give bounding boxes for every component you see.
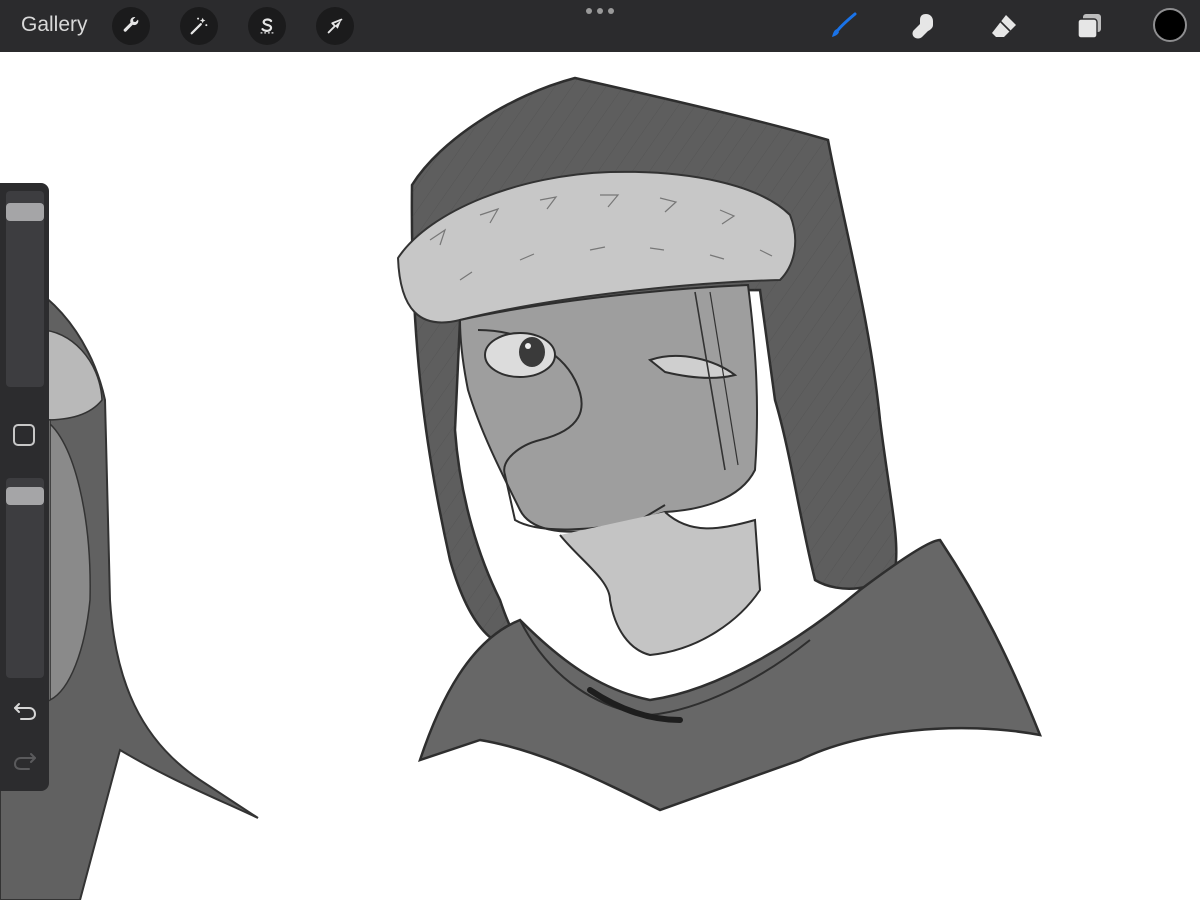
left-sidebar [0, 183, 49, 791]
brush-icon [832, 12, 857, 37]
brush-size-slider[interactable] [6, 191, 44, 387]
toolbar-grabber[interactable] [586, 6, 614, 16]
brush-size-thumb[interactable] [6, 203, 44, 221]
gallery-button[interactable]: Gallery [21, 13, 88, 37]
brush-tool-button[interactable] [826, 9, 860, 43]
modify-button[interactable] [13, 424, 35, 446]
adjustments-button[interactable] [180, 7, 218, 45]
eraser-icon [992, 15, 1016, 37]
actions-button[interactable] [112, 7, 150, 45]
selection-button[interactable] [248, 7, 286, 45]
undo-button[interactable] [12, 700, 38, 722]
color-picker-button[interactable] [1153, 8, 1187, 42]
grabber-dot [597, 8, 603, 14]
opacity-thumb[interactable] [6, 487, 44, 505]
selection-s-icon [260, 18, 274, 34]
main-figure [396, 76, 1043, 812]
redo-button[interactable] [12, 750, 38, 772]
undo-arrow-icon [14, 703, 37, 720]
arrow-cursor-icon [327, 18, 343, 34]
smudge-tool-button[interactable] [906, 9, 940, 43]
smudge-finger-icon [912, 14, 933, 39]
wrench-icon [123, 16, 139, 32]
grabber-dot [608, 8, 614, 14]
sketch-artwork [0, 76, 1043, 900]
drawing-canvas[interactable] [0, 52, 1200, 900]
magic-wand-icon [190, 17, 208, 35]
redo-arrow-icon [13, 753, 36, 770]
top-toolbar: Gallery [0, 0, 1200, 52]
eraser-tool-button[interactable] [987, 9, 1021, 43]
grabber-dot [586, 8, 592, 14]
transform-button[interactable] [316, 7, 354, 45]
layers-icon [1077, 14, 1101, 39]
layers-button[interactable] [1072, 9, 1106, 43]
opacity-slider[interactable] [6, 478, 44, 678]
